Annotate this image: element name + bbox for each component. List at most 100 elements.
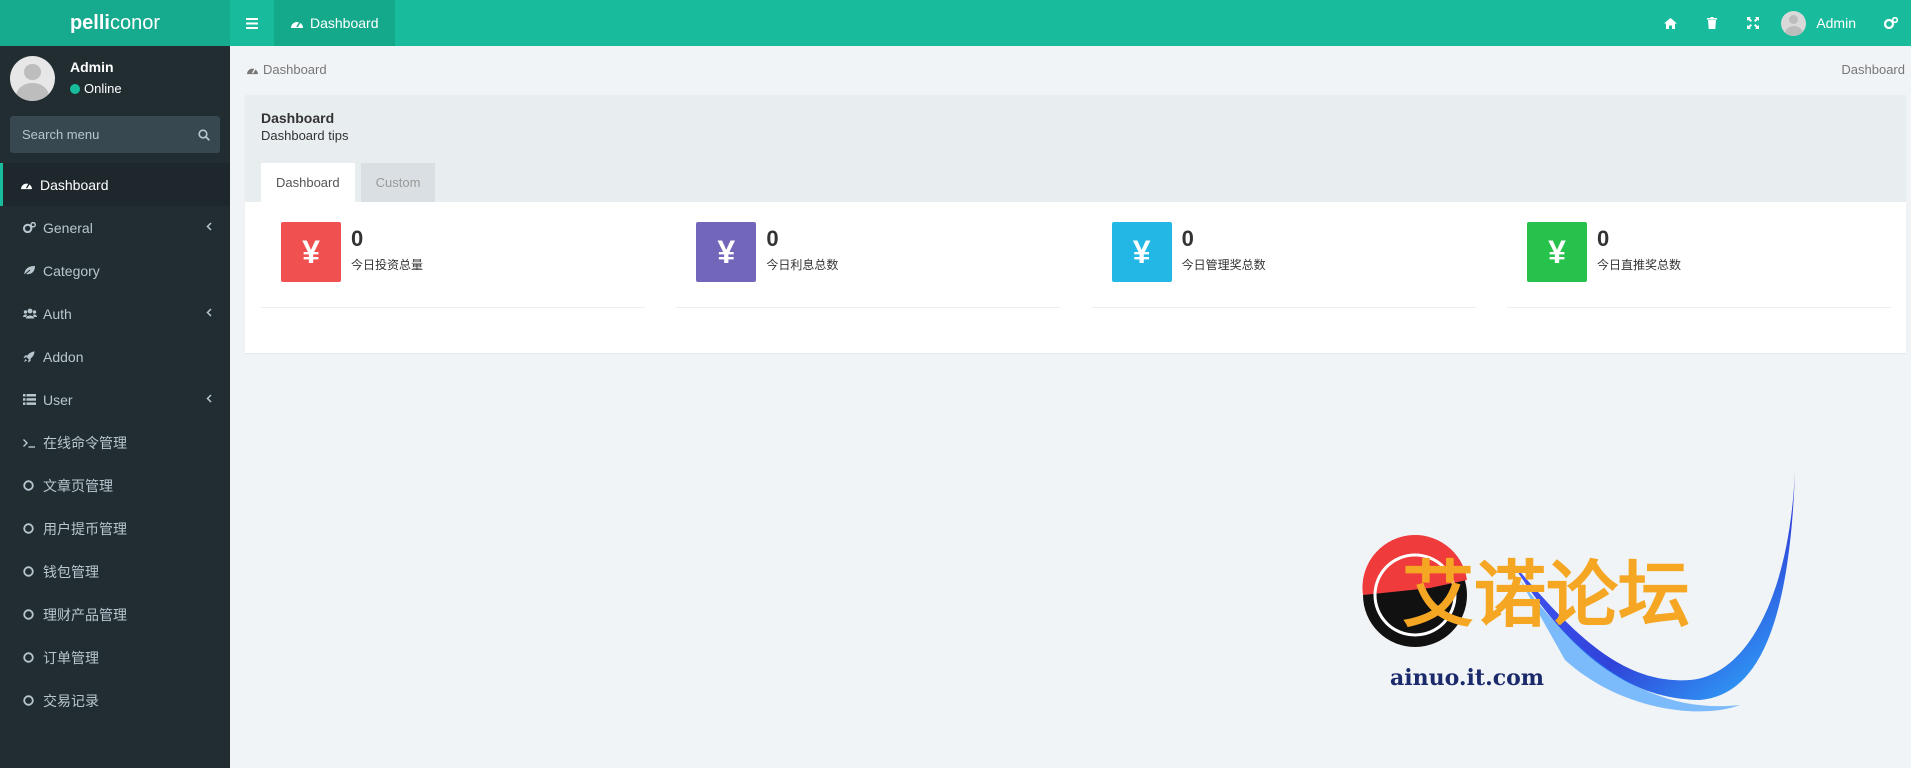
tab-dashboard[interactable]: Dashboard <box>274 0 395 46</box>
sidebar-item-label: Auth <box>43 305 72 322</box>
sidebar-item-wallet[interactable]: 钱包管理 <box>0 550 230 593</box>
tab-label: Dashboard <box>310 15 379 31</box>
brand-name-light: conor <box>109 12 161 34</box>
circle-icon <box>23 523 34 534</box>
sidebar-item-label: User <box>43 391 73 408</box>
circle-icon <box>23 566 34 577</box>
sidebar-item-addon[interactable]: Addon <box>0 335 230 378</box>
header-user-name: Admin <box>1816 15 1856 31</box>
stat-value: 0 <box>766 226 779 251</box>
control-sidebar-button[interactable] <box>1870 0 1911 46</box>
stat-label: 今日直推奖总数 <box>1596 258 1681 273</box>
stat-label: 今日投资总量 <box>351 258 424 273</box>
sidebar-item-products[interactable]: 理财产品管理 <box>0 593 230 636</box>
yen-icon: ¥ <box>1111 222 1172 282</box>
sidebar-item-article[interactable]: 文章页管理 <box>0 464 230 507</box>
content-header: Dashboard Dashboard <box>230 46 1911 94</box>
breadcrumb[interactable]: Dashboard <box>246 62 327 77</box>
chevron-left-icon <box>206 394 212 403</box>
sidebar-item-command[interactable]: 在线命令管理 <box>0 421 230 464</box>
sidebar: Admin Online Dashboard General Category … <box>0 46 230 768</box>
circle-icon <box>23 695 34 706</box>
user-status-text: Online <box>84 81 122 96</box>
brand-logo[interactable]: pelliconor <box>0 0 230 46</box>
sidebar-item-label: 在线命令管理 <box>43 434 127 451</box>
sidebar-item-label: Dashboard <box>40 176 109 193</box>
dashboard-icon <box>247 67 258 74</box>
watermark-logo: 艾诺论坛 ainuo.it.com <box>1320 470 1810 730</box>
circle-icon <box>23 480 34 491</box>
stat-card-management-bonus: ¥ 0 今日管理奖总数 <box>1091 222 1476 308</box>
panel-tabs: Dashboard Custom <box>261 163 436 202</box>
user-menu[interactable]: Admin <box>1773 10 1870 36</box>
cogs-icon <box>23 222 36 233</box>
top-header: pelliconor Dashboard Admin <box>0 0 1911 46</box>
stat-label: 今日利息总数 <box>766 258 839 273</box>
avatar <box>1781 10 1807 36</box>
search-icon <box>198 128 210 141</box>
sidebar-item-label: 钱包管理 <box>43 563 99 580</box>
user-panel: Admin Online <box>0 46 230 116</box>
sidebar-item-category[interactable]: Category <box>0 249 230 292</box>
sidebar-menu: Dashboard General Category Auth Addon Us… <box>0 163 230 722</box>
tab-custom[interactable]: Custom <box>360 163 436 202</box>
stat-card-investment: ¥ 0 今日投资总量 <box>261 222 645 308</box>
chevron-left-icon <box>206 308 212 317</box>
home-icon <box>1664 17 1678 29</box>
sidebar-item-label: Addon <box>43 348 84 365</box>
stat-card-referral-bonus: ¥ 0 今日直推奖总数 <box>1506 222 1891 308</box>
group-icon <box>23 308 37 319</box>
trash-icon <box>1706 17 1717 29</box>
sidebar-item-label: 理财产品管理 <box>43 606 127 623</box>
terminal-icon <box>23 438 35 448</box>
fullscreen-icon <box>1746 17 1759 29</box>
header-toolbar: Admin <box>1650 0 1911 46</box>
online-dot-icon <box>70 83 80 94</box>
dashboard-icon <box>21 182 32 189</box>
sidebar-item-orders[interactable]: 订单管理 <box>0 636 230 679</box>
stat-value: 0 <box>351 226 364 251</box>
sidebar-item-withdraw[interactable]: 用户提币管理 <box>0 507 230 550</box>
stats-row: ¥ 0 今日投资总量 ¥ 0 今日利息总数 ¥ 0 今日管理奖总数 ¥ 0 今日… <box>261 222 1891 308</box>
clear-cache-button[interactable] <box>1691 0 1732 46</box>
sidebar-item-label: 用户提币管理 <box>43 520 127 537</box>
dashboard-icon <box>291 21 303 28</box>
dashboard-panel: Dashboard Dashboard tips Dashboard Custo… <box>245 95 1906 353</box>
circle-icon <box>23 652 34 663</box>
tab-dashboard[interactable]: Dashboard <box>261 163 355 202</box>
avatar <box>10 56 55 101</box>
stat-label: 今日管理奖总数 <box>1181 258 1266 273</box>
sidebar-item-label: General <box>43 219 93 236</box>
user-status: Online <box>70 81 122 96</box>
stat-value: 0 <box>1596 226 1610 251</box>
watermark-title: 艾诺论坛 <box>1402 553 1690 637</box>
search-button[interactable] <box>198 128 210 141</box>
sidebar-item-label: 订单管理 <box>43 649 99 666</box>
search-input[interactable] <box>22 127 198 142</box>
sidebar-item-auth[interactable]: Auth <box>0 292 230 335</box>
brand-name-bold: pelli <box>69 12 110 34</box>
sidebar-item-transactions[interactable]: 交易记录 <box>0 679 230 722</box>
sidebar-item-general[interactable]: General <box>0 206 230 249</box>
panel-heading: Dashboard Dashboard tips Dashboard Custo… <box>245 95 1906 202</box>
bars-icon <box>246 17 258 29</box>
rocket-icon <box>23 351 35 362</box>
sidebar-toggle-button[interactable] <box>230 0 274 46</box>
yen-icon: ¥ <box>281 222 341 282</box>
stat-card-interest: ¥ 0 今日利息总数 <box>676 222 1061 308</box>
sidebar-item-label: 交易记录 <box>43 692 99 709</box>
sidebar-search <box>10 116 220 153</box>
list-icon <box>23 394 36 405</box>
home-button[interactable] <box>1650 0 1691 46</box>
sidebar-item-user[interactable]: User <box>0 378 230 421</box>
breadcrumb-current: Dashboard <box>1841 62 1905 77</box>
leaf-icon <box>23 266 35 276</box>
yen-icon: ¥ <box>696 222 757 282</box>
breadcrumb-label: Dashboard <box>263 62 327 77</box>
fullscreen-button[interactable] <box>1732 0 1773 46</box>
chevron-left-icon <box>206 222 212 231</box>
circle-icon <box>23 609 34 620</box>
page-title: Dashboard <box>261 110 335 126</box>
watermark-site: ainuo.it.com <box>1390 665 1544 691</box>
sidebar-item-dashboard[interactable]: Dashboard <box>0 163 230 206</box>
